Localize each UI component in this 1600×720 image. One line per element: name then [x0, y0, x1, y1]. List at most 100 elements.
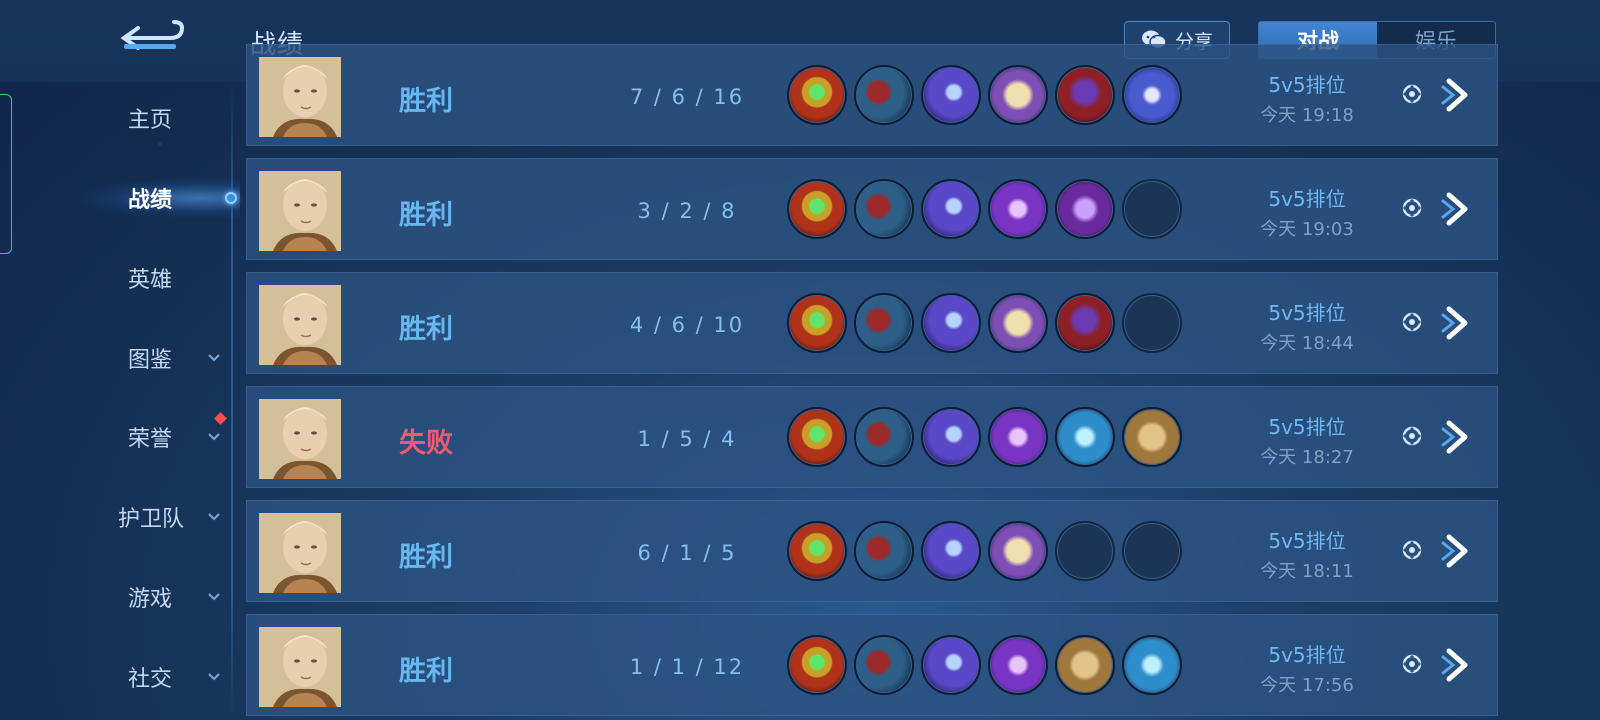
item-build: [787, 521, 1182, 581]
sidebar-item-social[interactable]: 社交: [0, 647, 232, 707]
book-item-icon: [988, 521, 1048, 581]
sidebar-item-label: 荣誉: [128, 427, 173, 452]
sidebar-item-label: 主页: [128, 108, 173, 133]
match-time: 今天 19:03: [1260, 219, 1354, 240]
wand-item-icon: [921, 407, 981, 467]
match-time: 今天 17:56: [1260, 675, 1354, 696]
empty-item-slot: [1122, 293, 1182, 353]
shield-item-icon: [787, 179, 847, 239]
sidebar-item-label: 英雄: [128, 268, 173, 293]
wand-item-icon: [921, 65, 981, 125]
chevron-right-icon[interactable]: [1437, 645, 1477, 685]
match-result: 胜利: [399, 542, 453, 573]
kda-score: 4 / 6 / 10: [629, 313, 745, 337]
kda-score: 3 / 2 / 8: [637, 199, 737, 223]
boots-item-icon: [854, 407, 914, 467]
back-arrow-icon: [120, 20, 185, 50]
match-time: 今天 18:11: [1260, 561, 1354, 582]
shield-item-icon: [787, 65, 847, 125]
item-build: [787, 407, 1182, 467]
hero-avatar: [259, 513, 341, 593]
match-row[interactable]: 胜利 3 / 2 / 8 5v5排位 今天 19:03: [246, 158, 1498, 260]
book-item-icon: [988, 293, 1048, 353]
shield-item-icon: [787, 521, 847, 581]
chevron-right-icon[interactable]: [1437, 189, 1477, 229]
shield-item-icon: [787, 407, 847, 467]
shield-item-icon: [787, 635, 847, 695]
crystal-item-icon: [1055, 407, 1115, 467]
chevron-down-icon: [208, 354, 220, 362]
match-result: 胜利: [399, 314, 453, 345]
chevron-down-icon: [208, 513, 220, 521]
chevron-right-icon[interactable]: [1437, 417, 1477, 457]
match-result: 失败: [399, 428, 453, 459]
chevron-right-icon[interactable]: [1437, 303, 1477, 343]
sidebar-item-codex[interactable]: 图鉴: [0, 328, 232, 388]
match-row[interactable]: 失败 1 / 5 / 4 5v5排位 今天 18:27: [246, 386, 1498, 488]
replay-icon[interactable]: [1401, 425, 1423, 447]
empty-item-slot: [1055, 521, 1115, 581]
kda-score: 7 / 6 / 16: [629, 85, 745, 109]
replay-icon[interactable]: [1401, 83, 1423, 105]
sidebar-item-label: 战绩: [128, 188, 173, 213]
empty-item-slot: [1122, 521, 1182, 581]
sidebar: 主页 战绩 英雄 图鉴 荣誉 护卫队 游戏 社交: [0, 82, 240, 720]
sidebar-item-label: 游戏: [128, 587, 173, 612]
empty-item-slot: [1122, 179, 1182, 239]
item-build: [787, 65, 1182, 125]
match-time: 今天 19:18: [1260, 105, 1354, 126]
replay-icon[interactable]: [1401, 197, 1423, 219]
replay-icon[interactable]: [1401, 539, 1423, 561]
game-mode: 5v5排位: [1268, 415, 1346, 439]
staff-item-icon: [1122, 65, 1182, 125]
crystal-item-icon: [1122, 635, 1182, 695]
replay-icon[interactable]: [1401, 653, 1423, 675]
match-row[interactable]: 胜利 7 / 6 / 16 5v5排位 今天 19:18: [246, 44, 1498, 146]
hero-avatar: [259, 399, 341, 479]
back-button[interactable]: [118, 18, 188, 58]
match-row[interactable]: 胜利 1 / 1 / 12 5v5排位 今天 17:56: [246, 614, 1498, 716]
hero-avatar: [259, 57, 341, 137]
sidebar-item-games[interactable]: 游戏: [0, 567, 232, 627]
game-mode: 5v5排位: [1268, 187, 1346, 211]
boots-item-icon: [854, 521, 914, 581]
chevron-down-icon: [208, 433, 220, 441]
hero-avatar: [259, 285, 341, 365]
wand-item-icon: [921, 179, 981, 239]
wand-item-icon: [921, 521, 981, 581]
replay-icon[interactable]: [1401, 311, 1423, 333]
match-row[interactable]: 胜利 6 / 1 / 5 5v5排位 今天 18:11: [246, 500, 1498, 602]
plate-item-icon: [1055, 635, 1115, 695]
hat-item-icon: [1055, 293, 1115, 353]
sidebar-item-label: 社交: [128, 667, 173, 692]
chevron-right-icon[interactable]: [1437, 75, 1477, 115]
sidebar-item-honor[interactable]: 荣誉: [0, 407, 232, 467]
sidebar-item-heroes[interactable]: 英雄: [0, 248, 232, 308]
kda-score: 1 / 1 / 12: [629, 655, 745, 679]
game-mode: 5v5排位: [1268, 529, 1346, 553]
kda-score: 1 / 5 / 4: [637, 427, 737, 451]
chevron-down-icon: [208, 593, 220, 601]
book-item-icon: [988, 65, 1048, 125]
plate-item-icon: [1122, 407, 1182, 467]
item-build: [787, 179, 1182, 239]
wand-item-icon: [921, 293, 981, 353]
sidebar-item-records[interactable]: 战绩: [0, 168, 232, 228]
match-time: 今天 18:27: [1260, 447, 1354, 468]
hero-avatar: [259, 627, 341, 707]
game-mode: 5v5排位: [1268, 643, 1346, 667]
game-mode: 5v5排位: [1268, 301, 1346, 325]
boots-item-icon: [854, 293, 914, 353]
match-row[interactable]: 胜利 4 / 6 / 10 5v5排位 今天 18:44: [246, 272, 1498, 374]
sidebar-item-guard[interactable]: 护卫队: [0, 487, 232, 547]
boots-item-icon: [854, 65, 914, 125]
rune-item-icon: [988, 407, 1048, 467]
tome-item-icon: [1055, 179, 1115, 239]
chevron-down-icon: [208, 673, 220, 681]
chevron-right-icon[interactable]: [1437, 531, 1477, 571]
match-result: 胜利: [399, 200, 453, 231]
item-build: [787, 635, 1182, 695]
sidebar-item-home[interactable]: 主页: [0, 88, 232, 148]
hero-avatar: [259, 171, 341, 251]
match-result: 胜利: [399, 656, 453, 687]
